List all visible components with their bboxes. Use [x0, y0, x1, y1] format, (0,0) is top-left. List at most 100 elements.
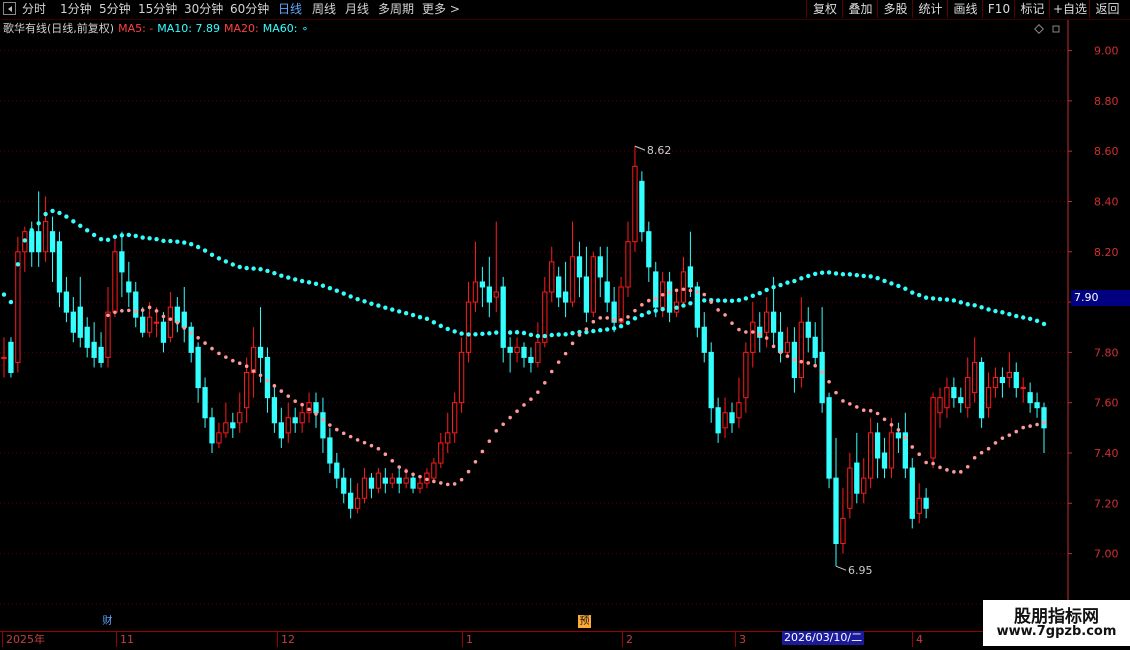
ma20-dot [640, 303, 644, 307]
ma20-dot [605, 316, 609, 320]
ma60-dot [397, 309, 402, 314]
y-tick-label: 7.40 [1094, 447, 1119, 460]
candle-body [625, 241, 631, 288]
financial-report-marker[interactable]: 财 [101, 615, 114, 628]
ma60-dot [293, 277, 298, 282]
ma20-dot [265, 378, 270, 383]
ma60-dot [833, 271, 839, 276]
ma60-dot [216, 256, 222, 261]
ma20-dot [1035, 422, 1039, 427]
time-label-feb: 2 [622, 632, 633, 647]
candle-body [958, 397, 964, 404]
ma20-dot [203, 341, 207, 345]
ma60-dot [542, 333, 547, 339]
candle-body [854, 462, 860, 494]
candle-body [29, 231, 35, 253]
ma60-dot [410, 312, 416, 318]
candle-body [202, 387, 208, 419]
tab-60min[interactable]: 60分钟 [230, 1, 269, 18]
f10-button[interactable]: F10 [982, 0, 1015, 18]
candle-body [930, 397, 936, 459]
ma60-dot [98, 237, 104, 242]
ma20-dot [120, 308, 124, 313]
ma20-dot [834, 390, 838, 395]
ma20-dot [556, 360, 561, 364]
ma20-dot [1021, 425, 1025, 430]
ma20-dot [425, 477, 429, 482]
ma60-dot [209, 252, 215, 257]
ma60-dot [50, 208, 55, 214]
ma60-dot [195, 244, 201, 250]
ma60-dot [598, 328, 603, 333]
ma20-dot [390, 458, 395, 463]
candle-body [798, 321, 804, 379]
y-tick-label: 9.00 [1094, 45, 1119, 58]
forecast-marker[interactable]: 预 [578, 615, 591, 628]
y-tick-label: 8.20 [1094, 246, 1119, 259]
ma60-dot [445, 326, 450, 332]
candlestick-chart[interactable]: 9.008.808.608.408.208.007.807.607.407.20… [0, 20, 1130, 630]
back-button[interactable]: 返回 [1089, 0, 1125, 18]
candle-body [770, 311, 777, 333]
tab-30min[interactable]: 30分钟 [184, 1, 223, 18]
overlay-button[interactable]: 叠加 [842, 0, 878, 18]
candle-body [140, 316, 146, 333]
draw-line-button[interactable]: 画线 [947, 0, 983, 18]
ma60-dot [237, 264, 242, 270]
add-watchlist-button[interactable]: +自选 [1049, 0, 1090, 18]
multi-stock-button[interactable]: 多股 [877, 0, 913, 18]
ma60-dot [889, 281, 894, 286]
ma20-dot [328, 423, 332, 427]
candle-body [750, 321, 756, 353]
candle-body [944, 387, 950, 409]
tab-weekly[interactable]: 周线 [312, 1, 336, 18]
tab-more[interactable]: 更多 > [422, 1, 460, 18]
statistics-button[interactable]: 统计 [912, 0, 948, 18]
ma60-dot [681, 303, 686, 308]
collapse-panel-icon[interactable] [3, 2, 16, 15]
candle-body [916, 497, 922, 514]
ma20-dot [681, 287, 686, 292]
tab-intraday[interactable]: 分时 [22, 1, 46, 18]
ma20-dot [841, 399, 845, 403]
ma20-dot [778, 350, 783, 355]
tab-1min[interactable]: 1分钟 [60, 1, 92, 18]
candle-body [618, 286, 624, 323]
ma60-dot [521, 330, 527, 336]
tab-15min[interactable]: 15分钟 [138, 1, 177, 18]
ma20-dot [536, 390, 540, 394]
ma60-dot [78, 223, 83, 228]
ma20-dot [896, 428, 901, 432]
ma60-dot [861, 273, 866, 279]
tab-5min[interactable]: 5分钟 [99, 1, 131, 18]
ma20-dot [147, 305, 152, 310]
ma60-dot [646, 310, 651, 315]
candle-body [403, 477, 409, 484]
ma20-dot [799, 359, 804, 364]
ma60-dot [819, 270, 825, 275]
ma20-dot [591, 319, 596, 324]
ma20-dot [577, 333, 582, 337]
ma20-dot [251, 369, 256, 373]
candle-body [36, 231, 42, 253]
tab-multi-period[interactable]: 多周期 [378, 1, 414, 18]
candle-body [507, 346, 513, 353]
tab-daily[interactable]: 日线 [278, 1, 302, 18]
adjust-button[interactable]: 复权 [806, 0, 843, 18]
tab-monthly[interactable]: 月线 [345, 1, 369, 18]
candle-body [153, 321, 160, 324]
candle-body [188, 326, 194, 353]
candle-body [493, 291, 499, 298]
ma60-dot [729, 298, 735, 304]
ma20-dot [744, 330, 748, 334]
candle-body [972, 361, 978, 394]
ma20-dot [945, 468, 949, 472]
ma20-dot [1007, 433, 1012, 437]
mark-button[interactable]: 标记 [1014, 0, 1050, 18]
ma20-dot [924, 460, 928, 465]
candle-body [465, 301, 472, 353]
candle-body [452, 402, 458, 434]
ma20-dot [439, 481, 443, 485]
ma20-dot [626, 315, 630, 319]
ma20-dot [820, 370, 824, 375]
